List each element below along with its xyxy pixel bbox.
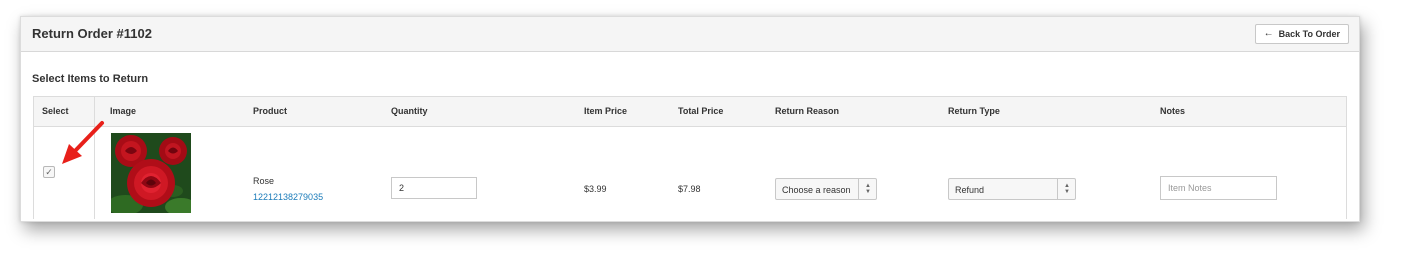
section-title: Select Items to Return (32, 73, 149, 85)
total-price: $7.98 (678, 184, 701, 194)
return-type-select[interactable]: Refund ▲ ▼ (948, 178, 1076, 200)
select-item-checkbox[interactable]: ✓ (43, 166, 55, 178)
product-name: Rose (253, 176, 275, 186)
return-type-value: Refund (955, 185, 985, 195)
column-header-product: Product (253, 106, 288, 116)
column-header-select: Select (42, 106, 69, 116)
item-price: $3.99 (584, 184, 607, 194)
chevron-up-down-icon: ▲ ▼ (865, 183, 871, 195)
page-title: Return Order #1102 (32, 26, 152, 41)
quantity-input[interactable] (391, 177, 477, 199)
return-order-panel: Return Order #1102 ← Back To Order Selec… (20, 16, 1360, 222)
select-divider (858, 179, 859, 199)
product-sku-link[interactable]: 12212138279035 (253, 192, 323, 202)
chevron-up-down-icon: ▲ ▼ (1064, 183, 1070, 195)
column-header-quantity: Quantity (391, 106, 428, 116)
return-reason-select[interactable]: Choose a reason ▲ ▼ (775, 178, 877, 200)
column-header-item-price: Item Price (584, 106, 628, 116)
column-header-notes: Notes (1160, 106, 1186, 116)
column-header-return-type: Return Type (948, 106, 1000, 116)
table-header: Select Image Product Quantity Item Price… (34, 97, 1346, 127)
back-to-order-label: Back To Order (1278, 29, 1340, 39)
column-header-image: Image (110, 106, 137, 116)
annotation-arrow-icon (62, 121, 104, 164)
column-header-return-reason: Return Reason (775, 106, 840, 116)
arrow-left-icon: ← (1263, 28, 1274, 39)
item-notes-input[interactable] (1160, 176, 1277, 200)
return-items-table: Select Image Product Quantity Item Price… (33, 96, 1347, 219)
return-reason-value: Choose a reason (782, 185, 851, 195)
column-header-total-price: Total Price (678, 106, 724, 116)
rose-image (111, 133, 191, 213)
select-divider (1057, 179, 1058, 199)
panel-header: Return Order #1102 ← Back To Order (21, 17, 1359, 52)
back-to-order-button[interactable]: ← Back To Order (1254, 24, 1349, 44)
